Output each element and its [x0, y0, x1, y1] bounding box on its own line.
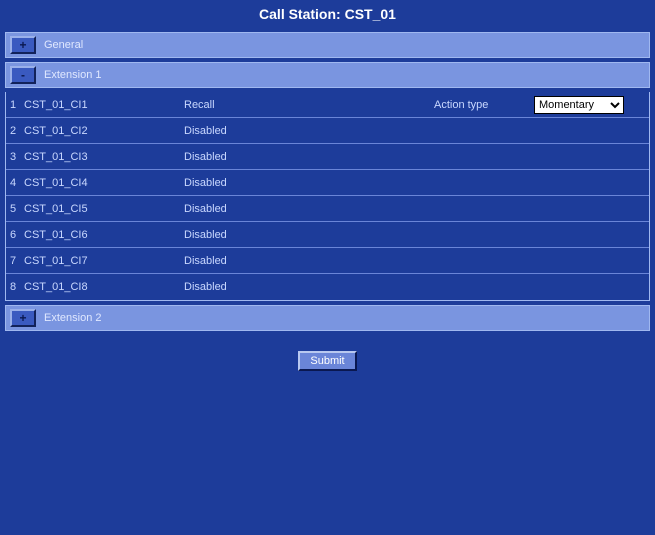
row-state: Disabled [184, 203, 434, 215]
action-type-label: Action type [434, 99, 534, 111]
row-index: 7 [6, 255, 24, 267]
row-state: Disabled [184, 151, 434, 163]
expand-icon[interactable]: + [10, 36, 36, 54]
row-name: CST_01_CI5 [24, 203, 184, 215]
table-row[interactable]: 7CST_01_CI7Disabled [6, 248, 649, 274]
row-name: CST_01_CI7 [24, 255, 184, 267]
row-index: 3 [6, 151, 24, 163]
row-name: CST_01_CI4 [24, 177, 184, 189]
row-index: 6 [6, 229, 24, 241]
row-name: CST_01_CI8 [24, 281, 184, 293]
row-index: 2 [6, 125, 24, 137]
row-state: Disabled [184, 229, 434, 241]
section-general-label: General [44, 39, 83, 51]
row-state: Disabled [184, 281, 434, 293]
row-name: CST_01_CI3 [24, 151, 184, 163]
section-extension-2[interactable]: + Extension 2 [5, 305, 650, 331]
page-title: Call Station: CST_01 [0, 0, 655, 32]
row-index: 5 [6, 203, 24, 215]
row-name: CST_01_CI6 [24, 229, 184, 241]
section-extension-1-label: Extension 1 [44, 69, 101, 81]
row-state: Disabled [184, 255, 434, 267]
table-row[interactable]: 3CST_01_CI3Disabled [6, 144, 649, 170]
row-state: Recall [184, 99, 434, 111]
collapse-icon[interactable]: - [10, 66, 36, 84]
expand-icon[interactable]: + [10, 309, 36, 327]
extension-1-rows: 1CST_01_CI1RecallAction typeMomentary2CS… [5, 92, 650, 301]
section-extension-1[interactable]: - Extension 1 [5, 62, 650, 88]
row-name: CST_01_CI2 [24, 125, 184, 137]
table-row[interactable]: 5CST_01_CI5Disabled [6, 196, 649, 222]
table-row[interactable]: 1CST_01_CI1RecallAction typeMomentary [6, 92, 649, 118]
table-row[interactable]: 2CST_01_CI2Disabled [6, 118, 649, 144]
table-row[interactable]: 6CST_01_CI6Disabled [6, 222, 649, 248]
row-name: CST_01_CI1 [24, 99, 184, 111]
action-type-select[interactable]: Momentary [534, 96, 624, 114]
table-row[interactable]: 8CST_01_CI8Disabled [6, 274, 649, 300]
section-extension-2-label: Extension 2 [44, 312, 101, 324]
row-index: 8 [6, 281, 24, 293]
row-index: 1 [6, 99, 24, 111]
row-state: Disabled [184, 125, 434, 137]
table-row[interactable]: 4CST_01_CI4Disabled [6, 170, 649, 196]
row-index: 4 [6, 177, 24, 189]
section-general[interactable]: + General [5, 32, 650, 58]
submit-button[interactable]: Submit [298, 351, 356, 371]
row-state: Disabled [184, 177, 434, 189]
